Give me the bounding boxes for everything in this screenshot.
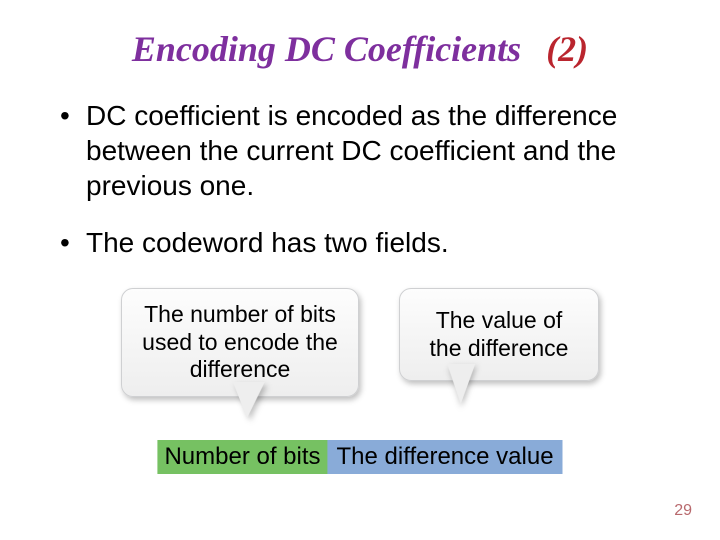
- callout-right-text: The value of the difference: [399, 288, 599, 381]
- field-number-of-bits: Number of bits: [157, 440, 327, 474]
- field-difference-value: The difference value: [328, 440, 563, 474]
- slide: Encoding DC Coefficients (2) DC coeffici…: [0, 0, 720, 540]
- callout-tail-icon: [233, 382, 271, 418]
- bullet-item: DC coefficient is encoded as the differe…: [60, 98, 680, 203]
- callout-left-text: The number of bits used to encode the di…: [121, 288, 359, 397]
- callout-left: The number of bits used to encode the di…: [121, 288, 359, 397]
- title-number: (2): [546, 29, 588, 69]
- bullet-list: DC coefficient is encoded as the differe…: [40, 98, 680, 260]
- codeword-fields: Number of bits The difference value: [157, 440, 562, 474]
- bullet-item: The codeword has two fields.: [60, 225, 680, 260]
- title-main: Encoding DC Coefficients: [132, 29, 521, 69]
- callout-right: The value of the difference: [399, 288, 599, 397]
- slide-title: Encoding DC Coefficients (2): [40, 28, 680, 70]
- page-number: 29: [674, 502, 692, 520]
- callouts-row: The number of bits used to encode the di…: [0, 288, 720, 397]
